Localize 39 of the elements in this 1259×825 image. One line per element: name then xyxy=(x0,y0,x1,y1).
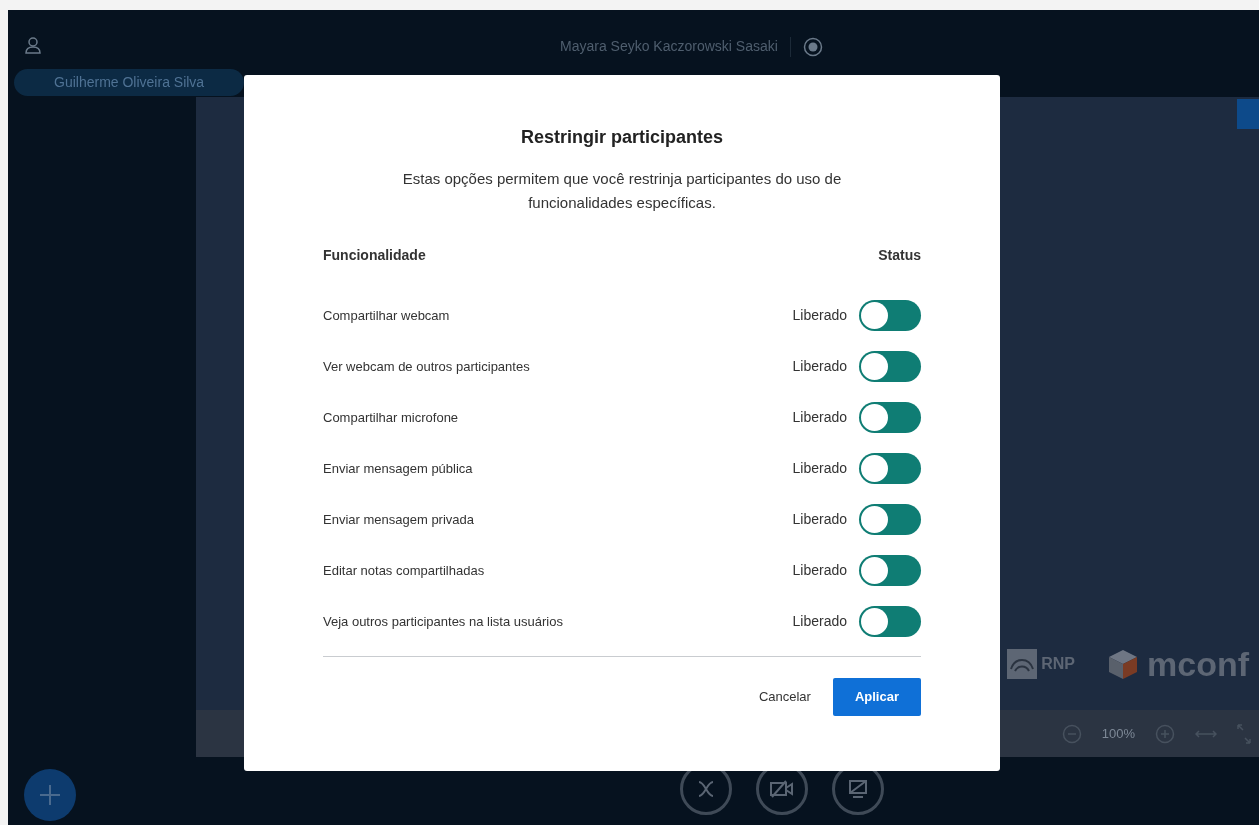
logo-text: mconf xyxy=(1147,647,1249,681)
toggle-switch[interactable] xyxy=(859,453,921,484)
toggle-switch[interactable] xyxy=(859,402,921,433)
feature-label: Ver webcam de outros participantes xyxy=(323,357,530,376)
toggle-switch[interactable] xyxy=(859,300,921,331)
meeting-title: Mayara Seyko Kaczorowski Sasaki xyxy=(560,37,778,56)
feature-label: Enviar mensagem pública xyxy=(323,459,473,478)
zoom-level: 100% xyxy=(1101,724,1135,743)
status-label: Liberado xyxy=(792,306,847,325)
status-label: Liberado xyxy=(792,612,847,631)
toggle-switch[interactable] xyxy=(859,606,921,637)
apply-button[interactable]: Aplicar xyxy=(832,678,921,716)
user-icon[interactable] xyxy=(24,36,42,54)
camera-off-icon xyxy=(770,780,794,798)
plus-icon xyxy=(40,785,60,805)
feature-label: Editar notas compartilhadas xyxy=(323,561,485,580)
logo-text: RNP xyxy=(1041,654,1075,674)
feature-label: Veja outros participantes na lista usuários xyxy=(323,612,563,631)
feature-label: Compartilhar webcam xyxy=(323,306,450,325)
status-label: Liberado xyxy=(792,408,847,427)
toggle-switch[interactable] xyxy=(859,351,921,382)
user-name-chip[interactable]: Guilherme Oliveira Silva xyxy=(14,69,245,96)
dialog-title: Restringir participantes xyxy=(520,126,724,149)
add-button[interactable] xyxy=(24,769,76,821)
status-label: Liberado xyxy=(792,357,847,376)
dialog-description: Estas opções permitem que você restrinja participantes do uso de funcionalidades específicas. xyxy=(401,169,843,213)
cancel-button[interactable]: Cancelar xyxy=(752,678,817,716)
cube-logo-icon xyxy=(1107,648,1139,680)
record-icon[interactable] xyxy=(802,36,823,57)
status-label: Liberado xyxy=(792,459,847,478)
column-header: Status xyxy=(878,246,921,265)
feature-label: Compartilhar microfone xyxy=(323,408,459,427)
screen-off-icon xyxy=(848,779,868,799)
status-label: Liberado xyxy=(792,510,847,529)
feature-label: Enviar mensagem privada xyxy=(323,510,475,529)
column-header: Funcionalidade xyxy=(323,246,426,265)
toggle-switch[interactable] xyxy=(859,504,921,535)
status-label: Liberado xyxy=(792,561,847,580)
toggle-switch[interactable] xyxy=(859,555,921,586)
